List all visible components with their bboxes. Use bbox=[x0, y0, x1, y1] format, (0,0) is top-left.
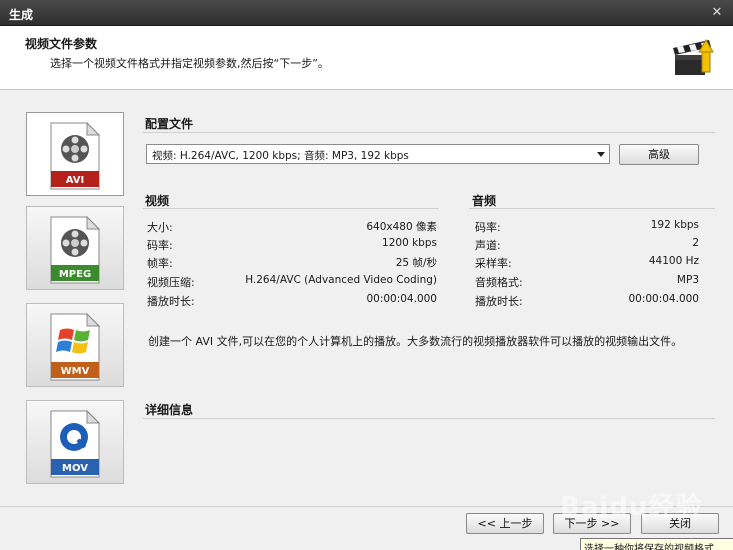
audio-duration-label: 播放时长: bbox=[475, 295, 523, 308]
format-mpeg-button[interactable]: MPEG bbox=[26, 206, 124, 290]
video-size-value: 640x480 像素 bbox=[366, 221, 437, 233]
video-divider bbox=[143, 208, 439, 209]
video-codec-value: H.264/AVC (Advanced Video Coding) bbox=[245, 274, 437, 286]
video-bitrate-value: 1200 kbps bbox=[382, 237, 437, 249]
tooltip: 选择一种你将保存的视频格式 bbox=[580, 538, 733, 550]
format-avi-button[interactable]: AVI bbox=[26, 112, 124, 196]
audio-channels-value: 2 bbox=[692, 237, 699, 249]
format-mov-label: MOV bbox=[62, 463, 88, 474]
page-title: 视频文件参数 bbox=[25, 37, 98, 51]
audio-divider bbox=[469, 208, 715, 209]
details-divider bbox=[143, 418, 715, 419]
format-wmv-button[interactable]: WMV bbox=[26, 303, 124, 387]
film-reel-file-icon: AVI bbox=[50, 121, 101, 190]
window-title: 生成 bbox=[9, 8, 34, 22]
windows-logo-file-icon: WMV bbox=[50, 312, 101, 381]
format-mov-button[interactable]: MOV bbox=[26, 400, 124, 484]
video-section-title: 视频 bbox=[145, 194, 170, 208]
format-wmv-label: WMV bbox=[61, 366, 90, 377]
profile-select-value: 视频: H.264/AVC, 1200 kbps; 音频: MP3, 192 k… bbox=[152, 150, 409, 162]
video-bitrate-label: 码率: bbox=[147, 239, 173, 252]
audio-samplerate-value: 44100 Hz bbox=[648, 255, 699, 267]
quicktime-logo-file-icon: MOV bbox=[50, 409, 101, 478]
audio-format-label: 音频格式: bbox=[475, 276, 523, 289]
video-framerate-label: 帧率: bbox=[147, 257, 173, 270]
advanced-button[interactable]: 高级 bbox=[619, 144, 699, 165]
profile-section-title: 配置文件 bbox=[145, 117, 194, 131]
audio-channels-label: 声道: bbox=[475, 239, 501, 252]
audio-duration-value: 00:00:04.000 bbox=[628, 293, 699, 305]
audio-samplerate-label: 采样率: bbox=[475, 257, 512, 270]
video-duration-label: 播放时长: bbox=[147, 295, 195, 308]
audio-section-title: 音频 bbox=[472, 194, 497, 208]
audio-format-value: MP3 bbox=[676, 274, 699, 286]
page-subtitle: 选择一个视频文件格式并指定视频参数,然后按“下一步”。 bbox=[50, 57, 329, 70]
wizard-header: 视频文件参数 选择一个视频文件格式并指定视频参数,然后按“下一步”。 bbox=[0, 26, 733, 90]
window-titlebar: 生成 ✕ bbox=[0, 0, 733, 26]
format-avi-label: AVI bbox=[66, 175, 85, 186]
film-reel-file-icon: MPEG bbox=[50, 215, 101, 284]
video-framerate-value: 25 帧/秒 bbox=[395, 257, 437, 269]
audio-bitrate-value: 192 kbps bbox=[650, 219, 699, 231]
profile-select[interactable]: 视频: H.264/AVC, 1200 kbps; 音频: MP3, 192 k… bbox=[146, 144, 610, 164]
main-panel: AVI MPEG WMV MOV 配置文件 视频: H.264/AVC, 120… bbox=[0, 91, 733, 506]
profile-divider bbox=[143, 132, 715, 133]
video-codec-label: 视频压缩: bbox=[147, 276, 195, 289]
close-icon[interactable]: ✕ bbox=[709, 5, 725, 21]
video-duration-value: 00:00:04.000 bbox=[366, 293, 437, 305]
back-button[interactable]: << 上一步 bbox=[466, 513, 544, 534]
video-size-label: 大小: bbox=[147, 221, 173, 234]
details-section-title: 详细信息 bbox=[145, 403, 194, 417]
chevron-down-icon bbox=[597, 152, 605, 157]
watermark: Baidu经验 bbox=[560, 492, 703, 522]
audio-bitrate-label: 码率: bbox=[475, 221, 501, 234]
clapperboard-icon bbox=[673, 39, 714, 75]
details-description: 创建一个 AVI 文件,可以在您的个人计算机上的播放。大多数流行的视频播放器软件… bbox=[148, 335, 683, 348]
format-mpeg-label: MPEG bbox=[59, 269, 91, 280]
